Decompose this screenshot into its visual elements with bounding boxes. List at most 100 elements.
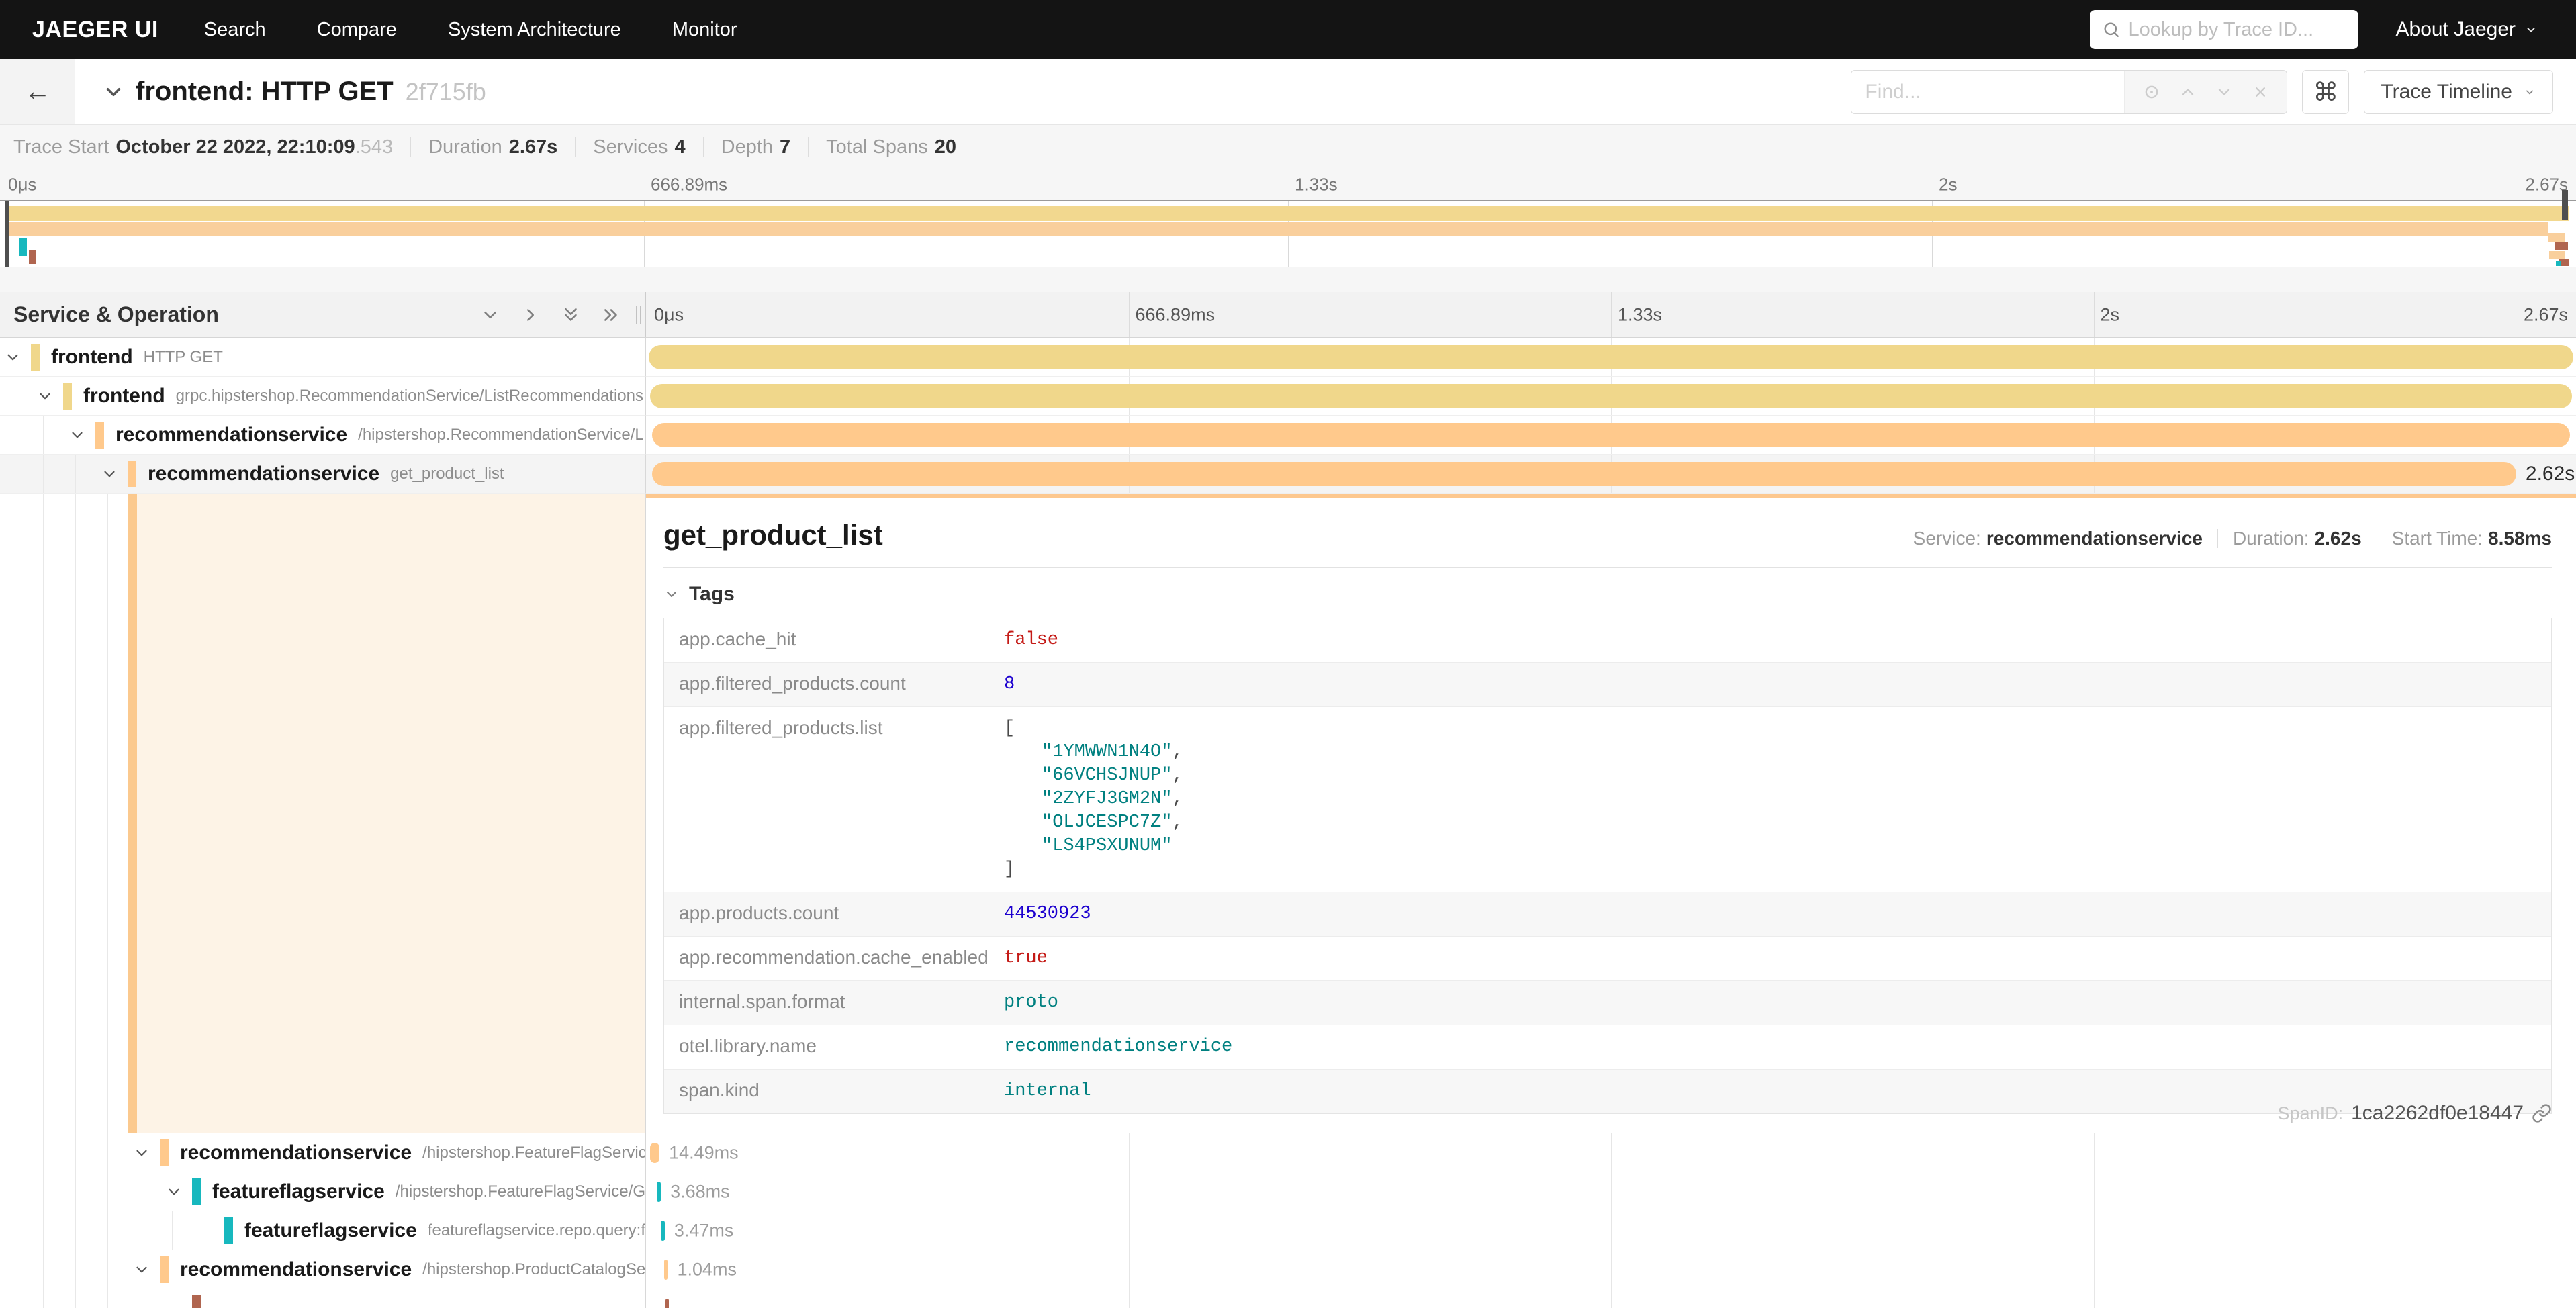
indent-guide — [172, 1211, 173, 1250]
span-name-cell[interactable] — [0, 1289, 646, 1308]
span-row[interactable]: recommendationserviceget_product_list2.6… — [0, 455, 2576, 494]
tree-chevron[interactable] — [165, 1183, 183, 1201]
app-brand[interactable]: JAEGER UI — [32, 17, 158, 43]
span-timeline-cell[interactable]: 3.47ms — [646, 1211, 2576, 1250]
tag-row[interactable]: app.filtered_products.count8 — [664, 663, 2551, 707]
span-name-cell[interactable]: recommendationservice/hipstershop.Produc… — [0, 1250, 646, 1289]
span-duration-label: 14.49ms — [669, 1142, 739, 1163]
indent-guide — [75, 455, 76, 493]
find-next-button[interactable] — [2215, 83, 2234, 101]
tag-value: ["1YMWWN1N4O","66VCHSJNUP","2ZYFJ3GM2N",… — [1004, 707, 1183, 892]
span-duration-bar[interactable] — [664, 1260, 668, 1280]
span-duration-bar[interactable] — [650, 1143, 659, 1163]
find-prev-button[interactable] — [2178, 83, 2197, 101]
span-row[interactable]: frontendgrpc.hipstershop.RecommendationS… — [0, 377, 2576, 416]
span-row[interactable]: featureflagservicefeatureflagservice.rep… — [0, 1211, 2576, 1250]
span-timeline-cell[interactable]: 1.04ms — [646, 1250, 2576, 1289]
indent-guide — [43, 1289, 44, 1308]
trace-collapse-toggle[interactable] — [102, 81, 125, 103]
tag-key: app.products.count — [664, 892, 1004, 936]
span-timeline-cell[interactable] — [646, 416, 2576, 455]
span-row[interactable]: recommendationservice/hipstershop.Produc… — [0, 1250, 2576, 1289]
expand-all-button[interactable] — [601, 305, 621, 325]
minimap-right-handle[interactable] — [2562, 190, 2568, 220]
tree-chevron[interactable] — [4, 348, 21, 366]
span-row[interactable]: recommendationservice/hipstershop.Recomm… — [0, 416, 2576, 455]
span-row[interactable]: recommendationservice/hipstershop.Featur… — [0, 1133, 2576, 1172]
span-timeline-cell[interactable] — [646, 1289, 2576, 1308]
span-duration-bar[interactable] — [650, 384, 2573, 408]
tree-chevron[interactable] — [68, 426, 86, 444]
detail-stat-label: Start Time: — [2392, 528, 2483, 549]
tag-row[interactable]: app.cache_hitfalse — [664, 618, 2551, 663]
tag-row[interactable]: app.recommendation.cache_enabledtrue — [664, 937, 2551, 981]
span-timeline-cell[interactable]: 14.49ms — [646, 1133, 2576, 1172]
span-color-bar — [224, 1217, 233, 1244]
indent-guide — [75, 1133, 76, 1172]
span-timeline-cell[interactable] — [646, 338, 2576, 377]
expand-one-button[interactable] — [520, 305, 541, 325]
tree-chevron[interactable] — [133, 1144, 150, 1162]
minimap-canvas[interactable] — [0, 200, 2576, 267]
span-duration-bar[interactable] — [665, 1299, 669, 1308]
span-name-cell[interactable]: featureflagservice/hipstershop.FeatureFl… — [0, 1172, 646, 1211]
span-color-bar — [31, 344, 40, 371]
span-duration-bar[interactable] — [657, 1182, 661, 1202]
tree-chevron[interactable] — [101, 465, 118, 483]
tag-row[interactable]: internal.span.formatproto — [664, 981, 2551, 1025]
span-name-cell[interactable]: recommendationservice/hipstershop.Recomm… — [0, 416, 646, 455]
column-resize-handle[interactable] — [636, 306, 641, 324]
focus-match-button[interactable] — [2142, 83, 2161, 101]
nav-item-monitor[interactable]: Monitor — [672, 19, 737, 41]
tree-chevron[interactable] — [133, 1261, 150, 1278]
time-tick: 666.89ms — [1136, 304, 1215, 325]
nav-item-search[interactable]: Search — [204, 19, 266, 41]
nav-item-system-architecture[interactable]: System Architecture — [448, 19, 621, 41]
tag-row[interactable]: span.kindinternal — [664, 1070, 2551, 1113]
nav-item-compare[interactable]: Compare — [317, 19, 397, 41]
span-duration-bar[interactable] — [661, 1221, 665, 1241]
tree-chevron[interactable] — [36, 387, 54, 405]
minimap-span-bar — [2555, 242, 2568, 250]
trace-id-search-box[interactable] — [2090, 10, 2358, 49]
minimap-left-handle[interactable] — [5, 201, 9, 267]
view-mode-select[interactable]: Trace Timeline — [2364, 70, 2553, 114]
span-timeline-cell[interactable] — [646, 377, 2576, 416]
double-chevron-right-icon — [601, 305, 621, 325]
trace-id-search-input[interactable] — [2129, 19, 2382, 41]
meta-value-suffix: .543 — [355, 136, 393, 158]
span-color-bar — [192, 1295, 201, 1308]
tag-row[interactable]: app.filtered_products.list["1YMWWN1N4O",… — [664, 707, 2551, 892]
span-duration-bar[interactable] — [652, 423, 2571, 447]
tag-key: otel.library.name — [664, 1025, 1004, 1069]
span-name-cell[interactable]: featureflagservicefeatureflagservice.rep… — [0, 1211, 646, 1250]
tag-row[interactable]: app.products.count44530923 — [664, 892, 2551, 937]
span-row[interactable]: featureflagservice/hipstershop.FeatureFl… — [0, 1172, 2576, 1211]
minimap-span-bar — [2548, 233, 2565, 242]
link-icon[interactable] — [2532, 1103, 2552, 1123]
back-button[interactable]: ← — [0, 59, 75, 124]
clear-find-button[interactable] — [2251, 83, 2270, 101]
list-item: "1YMWWN1N4O", — [1004, 741, 1183, 764]
chevron-down-icon — [663, 586, 680, 602]
span-row[interactable]: frontendHTTP GET — [0, 338, 2576, 377]
tag-value-text: 8 — [1004, 674, 1015, 694]
span-row[interactable] — [0, 1289, 2576, 1308]
span-duration-bar[interactable] — [649, 345, 2573, 369]
span-timeline-cell[interactable]: 2.62s — [646, 455, 2576, 494]
tag-value-text: recommendationservice — [1004, 1037, 1232, 1057]
tags-section-toggle[interactable]: Tags — [663, 583, 735, 606]
span-name-cell[interactable]: recommendationservice/hipstershop.Featur… — [0, 1133, 646, 1172]
span-name-cell[interactable]: frontendgrpc.hipstershop.RecommendationS… — [0, 377, 646, 416]
span-timeline-cell[interactable]: 3.68ms — [646, 1172, 2576, 1211]
collapse-all-button[interactable] — [561, 305, 581, 325]
span-name-cell[interactable]: frontendHTTP GET — [0, 338, 646, 377]
collapse-one-button[interactable] — [480, 305, 500, 325]
tag-row[interactable]: otel.library.namerecommendationservice — [664, 1025, 2551, 1070]
keyboard-shortcuts-button[interactable]: ⌘ — [2302, 70, 2349, 114]
find-input[interactable] — [1851, 71, 2124, 113]
span-duration-bar[interactable] — [652, 462, 2516, 486]
list-bracket: ] — [1004, 858, 1183, 882]
span-name-cell[interactable]: recommendationserviceget_product_list — [0, 455, 646, 494]
about-jaeger-menu[interactable]: About Jaeger — [2396, 18, 2538, 41]
